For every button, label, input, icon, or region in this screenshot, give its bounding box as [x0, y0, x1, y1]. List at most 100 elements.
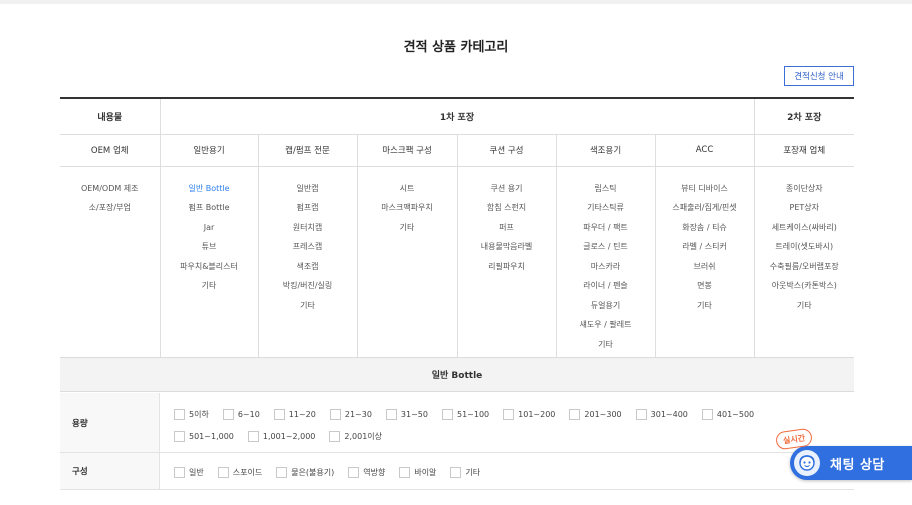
composition-option[interactable]: 물은(불용기) — [276, 463, 334, 481]
capacity-option[interactable]: 2,001이상 — [329, 427, 382, 445]
category-item[interactable]: 튜브 — [161, 237, 258, 257]
capacity-option-label: 501~1,000 — [189, 431, 234, 441]
checkbox[interactable] — [569, 408, 581, 420]
checkbox[interactable] — [273, 408, 285, 420]
capacity-option[interactable]: 401~500 — [701, 405, 754, 423]
category-item[interactable]: 종이단상자 — [755, 179, 855, 199]
category-item[interactable]: 브러쉬 — [656, 257, 754, 277]
category-item[interactable]: 섀도우 / 팔레트 — [557, 315, 655, 335]
category-item[interactable]: 쿠션 용기 — [458, 179, 556, 199]
category-item[interactable]: 라벨 / 스티커 — [656, 237, 754, 257]
category-item[interactable]: 일반캡 — [259, 179, 357, 199]
subheader-1: 일반용기 — [159, 133, 259, 167]
category-item[interactable]: 리필파우치 — [458, 257, 556, 277]
composition-row: 구성 일반 스포이드 물은(불용기) 역방향 바이알 기타 — [60, 453, 854, 490]
category-item[interactable]: 뷰티 디바이스 — [656, 179, 754, 199]
category-item[interactable]: 립스틱 — [557, 179, 655, 199]
category-item[interactable]: PET상자 — [755, 198, 855, 218]
capacity-option[interactable]: 101~200 — [503, 405, 555, 423]
capacity-option[interactable]: 301~400 — [635, 405, 688, 423]
category-item[interactable]: 라이너 / 펜슬 — [557, 276, 655, 296]
category-item[interactable]: 색조캡 — [259, 257, 357, 277]
category-item[interactable]: 파우치&블리스터 — [161, 257, 258, 277]
category-item[interactable]: 세트케이스(싸바리) — [755, 218, 855, 238]
composition-option-label: 바이알 — [414, 467, 437, 477]
checkbox[interactable] — [635, 408, 647, 420]
checkbox[interactable] — [441, 408, 453, 420]
category-item[interactable]: 파우더 / 팩트 — [557, 218, 655, 238]
checkbox[interactable] — [348, 466, 360, 478]
category-item[interactable]: 글로스 / 틴트 — [557, 237, 655, 257]
category-item[interactable]: 프레스캡 — [259, 237, 357, 257]
checkbox[interactable] — [399, 466, 411, 478]
category-item[interactable]: OEM/ODM 제조 — [60, 179, 160, 199]
capacity-option-label: 301~400 — [650, 409, 688, 419]
capacity-option[interactable]: 11~20 — [273, 405, 316, 423]
composition-option-label: 물은(불용기) — [291, 467, 335, 477]
composition-option[interactable]: 바이알 — [399, 463, 436, 481]
checkbox[interactable] — [222, 408, 234, 420]
checkbox[interactable] — [503, 408, 515, 420]
capacity-option[interactable]: 1,001~2,000 — [247, 427, 316, 445]
chat-consult-button[interactable]: 채팅 상담 — [790, 446, 912, 480]
capacity-option[interactable]: 5이하 — [174, 405, 209, 423]
category-item[interactable]: 화장솜 / 티슈 — [656, 218, 754, 238]
category-item[interactable]: 트레이(셋도바시) — [755, 237, 855, 257]
checkbox[interactable] — [329, 408, 341, 420]
category-item[interactable]: 기타 — [259, 296, 357, 316]
category-item[interactable]: 기타 — [557, 335, 655, 355]
checkbox[interactable] — [174, 430, 185, 442]
quote-guide-button[interactable]: 견적신청 안내 — [784, 66, 854, 86]
category-item[interactable]: 기타 — [358, 218, 457, 238]
category-item[interactable]: Jar — [161, 218, 258, 238]
category-item[interactable]: 함침 스펀지 — [458, 198, 556, 218]
composition-option[interactable]: 기타 — [450, 463, 480, 481]
checkbox[interactable] — [217, 466, 229, 478]
capacity-option[interactable]: 51~100 — [441, 405, 489, 423]
category-item[interactable]: 시트 — [358, 179, 457, 199]
category-item[interactable]: 듀얼용기 — [557, 296, 655, 316]
checkbox[interactable] — [329, 430, 341, 442]
category-item[interactable]: 면봉 — [656, 276, 754, 296]
category-item[interactable]: 마스카라 — [557, 257, 655, 277]
category-item[interactable]: 내용물막음라벨 — [458, 237, 556, 257]
category-item[interactable]: 일반 Bottle — [161, 179, 258, 199]
capacity-option[interactable]: 21~30 — [329, 405, 372, 423]
capacity-option[interactable]: 6~10 — [222, 405, 260, 423]
category-item[interactable]: 기타 — [161, 276, 258, 296]
checkbox[interactable] — [247, 430, 259, 442]
category-item[interactable]: 마스크팩파우치 — [358, 198, 457, 218]
checkbox[interactable] — [450, 466, 462, 478]
checkbox[interactable] — [701, 408, 713, 420]
category-item[interactable]: 펌프 Bottle — [161, 198, 258, 218]
capacity-option-label: 2,001이상 — [344, 431, 383, 441]
capacity-option-label: 1,001~2,000 — [262, 431, 316, 441]
composition-option[interactable]: 역방향 — [348, 463, 385, 481]
capacity-option-label: 6~10 — [237, 409, 260, 419]
capacity-option[interactable]: 201~300 — [569, 405, 622, 423]
category-item[interactable]: 소/포장/부업 — [60, 198, 160, 218]
composition-option-label: 스포이드 — [232, 467, 263, 477]
category-item[interactable]: 퍼프 — [458, 218, 556, 238]
composition-option-label: 일반 — [189, 467, 204, 477]
checkbox[interactable] — [174, 408, 185, 420]
category-column-2: 일반캡 펌프캡 원터치캡 프레스캡 색조캡 박킹/버진/실링 기타 — [257, 165, 358, 359]
checkbox[interactable] — [385, 408, 397, 420]
checkbox[interactable] — [174, 466, 185, 478]
checkbox[interactable] — [276, 466, 288, 478]
category-item[interactable]: 아웃박스(카톤박스) — [755, 276, 855, 296]
capacity-options: 5이하 6~10 11~20 21~30 31~50 51~100 101~200 201~3… — [174, 405, 834, 449]
category-item[interactable]: 수축필름/오버랩포장 — [755, 257, 855, 277]
category-item[interactable]: 박킹/버진/실링 — [259, 276, 357, 296]
composition-option[interactable]: 스포이드 — [217, 463, 263, 481]
capacity-option[interactable]: 501~1,000 — [174, 427, 234, 445]
category-item[interactable]: 기타 — [755, 296, 855, 316]
category-item[interactable]: 기타 — [656, 296, 754, 316]
capacity-option[interactable]: 31~50 — [385, 405, 428, 423]
category-item[interactable]: 기타스틱류 — [557, 198, 655, 218]
category-item[interactable]: 펌프캡 — [259, 198, 357, 218]
subheader-4: 쿠션 구성 — [456, 133, 557, 167]
composition-option[interactable]: 일반 — [174, 463, 204, 481]
category-item[interactable]: 원터치캡 — [259, 218, 357, 238]
category-item[interactable]: 스패출러/집게/핀셋 — [656, 198, 754, 218]
